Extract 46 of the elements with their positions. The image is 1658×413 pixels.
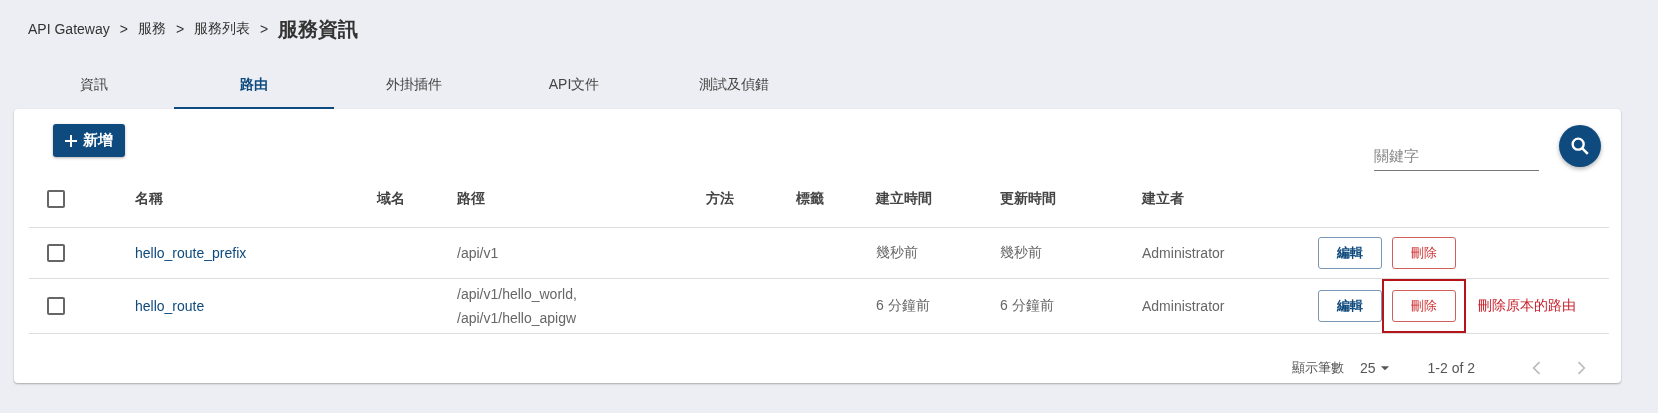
rows-per-page-label: 顯示筆數: [1291, 359, 1344, 377]
edit-button[interactable]: 編輯: [1318, 237, 1382, 269]
updated-time: 幾秒前: [1000, 244, 1042, 260]
annotation-text: 刪除原本的路由: [1478, 297, 1576, 315]
tab[interactable]: 測試及偵錯: [654, 66, 814, 109]
route-path: /api/v1: [457, 245, 500, 261]
updated-time: 6 分鐘前: [1000, 297, 1054, 313]
checkbox[interactable]: [47, 244, 65, 262]
search-button[interactable]: [1559, 125, 1601, 167]
checkbox[interactable]: [47, 190, 65, 208]
created-time: 幾秒前: [876, 244, 918, 260]
tab[interactable]: 資訊: [14, 66, 174, 109]
page-range: 1-2 of 2: [1427, 360, 1475, 376]
breadcrumb-separator: >: [119, 21, 128, 37]
delete-button[interactable]: 刪除: [1392, 290, 1456, 322]
route-name-link[interactable]: hello_route_prefix: [135, 245, 247, 261]
column-header: 建立時間: [876, 190, 932, 206]
edit-button[interactable]: 編輯: [1318, 290, 1382, 322]
rows-per-page-select[interactable]: 25: [1359, 360, 1392, 376]
search-icon: [1569, 135, 1591, 157]
route-path: /api/v1/hello_world,: [457, 286, 578, 302]
column-header: 方法: [706, 190, 734, 206]
column-header: 建立者: [1142, 190, 1184, 206]
delete-button[interactable]: 刪除: [1392, 237, 1456, 269]
breadcrumb-separator: >: [175, 21, 185, 37]
plus-icon: [63, 132, 79, 149]
checkbox[interactable]: [47, 297, 65, 315]
column-header: 更新時間: [1000, 190, 1056, 206]
created-time: 6 分鐘前: [876, 297, 930, 313]
tab[interactable]: API文件: [494, 66, 654, 109]
column-header: 路徑: [457, 190, 485, 206]
page-title: 服務資訊: [278, 16, 359, 42]
breadcrumb-link[interactable]: 服務: [137, 20, 166, 38]
creator-name: Administrator: [1142, 245, 1225, 261]
breadcrumb-link[interactable]: API Gateway: [28, 21, 110, 37]
route-path: /api/v1/hello_apigw: [457, 310, 578, 326]
breadcrumb-link[interactable]: 服務列表: [194, 20, 251, 38]
breadcrumb-separator: >: [260, 21, 269, 37]
search-field[interactable]: 關鍵字: [1374, 141, 1539, 171]
column-header: 標籤: [796, 190, 824, 206]
tab[interactable]: 外掛插件: [334, 66, 494, 109]
column-header: 域名: [377, 190, 405, 206]
route-name-link[interactable]: hello_route: [135, 298, 205, 314]
creator-name: Administrator: [1142, 298, 1225, 314]
add-button[interactable]: 新增: [53, 124, 125, 157]
column-header: 名稱: [135, 190, 163, 206]
